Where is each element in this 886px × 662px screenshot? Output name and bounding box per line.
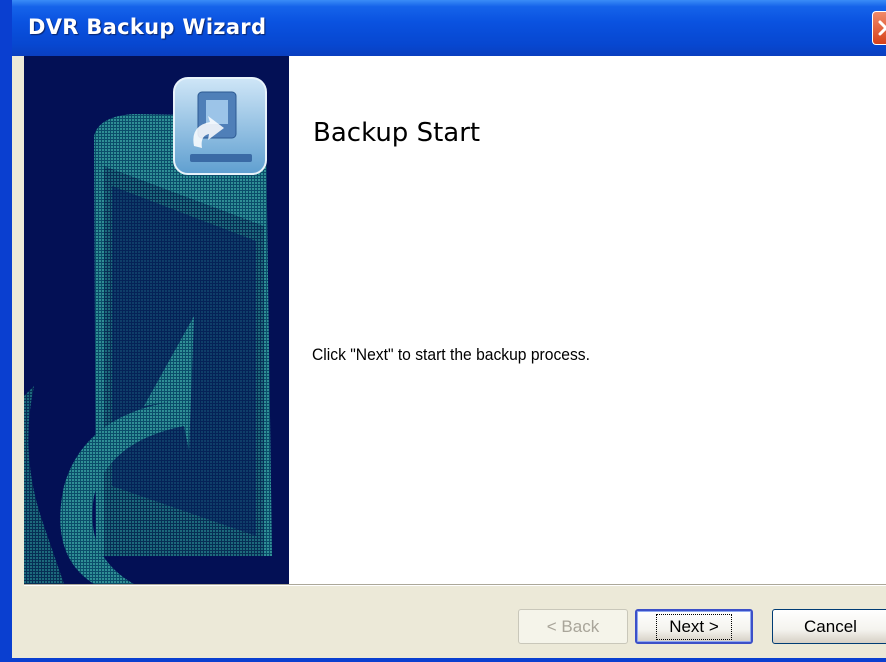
cancel-button[interactable]: Cancel <box>772 609 886 644</box>
title-bar[interactable]: DVR Backup Wizard <box>12 0 886 56</box>
window-title: DVR Backup Wizard <box>28 15 267 39</box>
back-button[interactable]: < Back <box>518 609 628 644</box>
wizard-side-banner <box>24 56 289 584</box>
page-title: Backup Start <box>313 118 481 148</box>
backup-banner-graphic <box>24 77 272 584</box>
wizard-client-area: Backup Start Click "Next" to start the b… <box>24 56 886 658</box>
close-button[interactable] <box>872 11 886 45</box>
button-separator <box>24 584 886 586</box>
back-button-label: < Back <box>546 616 600 636</box>
wizard-window: DVR Backup Wizard Backup Start Click "Ne… <box>0 0 886 662</box>
cancel-button-label: Cancel <box>804 616 857 636</box>
next-button-label: Next > <box>656 613 732 640</box>
wizard-content: Backup Start Click "Next" to start the b… <box>289 56 886 584</box>
close-icon <box>878 20 886 36</box>
instruction-text: Click "Next" to start the backup process… <box>312 345 590 364</box>
next-button[interactable]: Next > <box>635 609 753 644</box>
